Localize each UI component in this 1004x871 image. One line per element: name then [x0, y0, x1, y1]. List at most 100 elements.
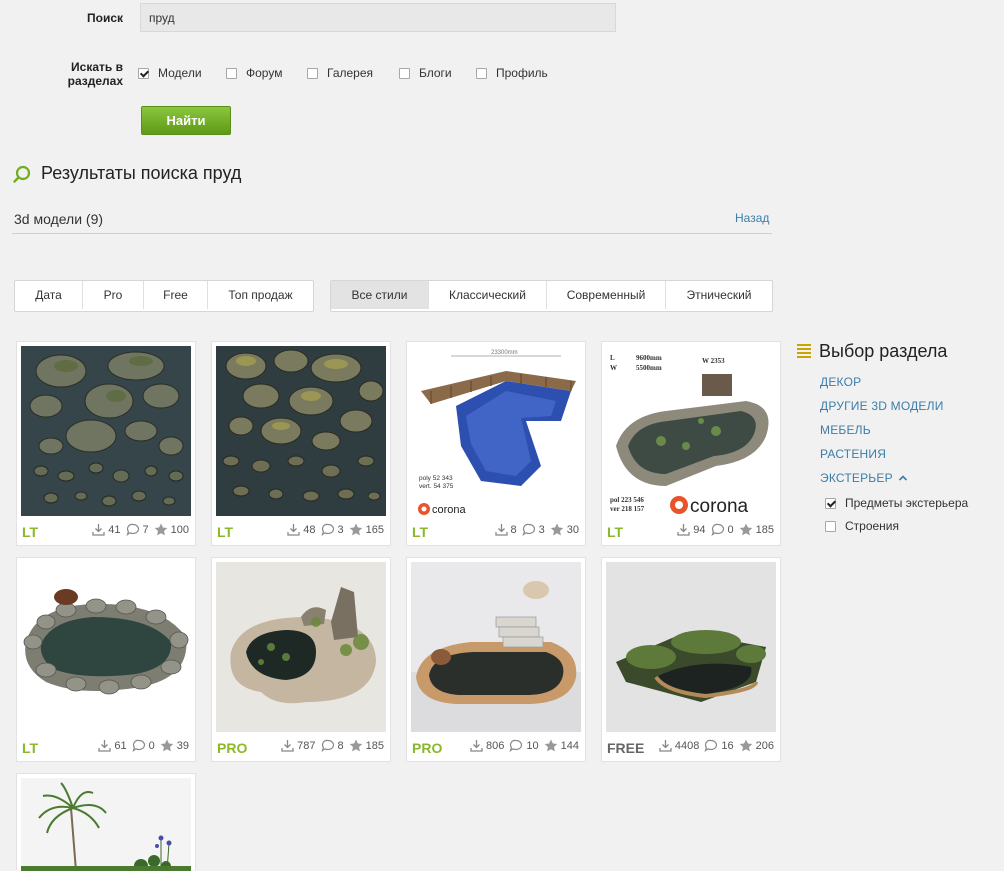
star-icon — [739, 523, 752, 536]
tier-badge: PRO — [217, 740, 248, 756]
model-thumbnail[interactable] — [21, 778, 191, 871]
rating-count: 144 — [560, 739, 579, 752]
rating-count: 185 — [755, 523, 774, 536]
tab-ethnic[interactable]: Этнический — [665, 281, 772, 309]
model-thumbnail[interactable] — [21, 346, 191, 516]
subcategory-exterior-items[interactable]: Предметы экстерьера — [825, 496, 968, 510]
model-stats: 806 10 144 — [465, 739, 579, 752]
dim-w2-label: W 2353 — [702, 357, 725, 365]
comment-icon — [704, 739, 718, 752]
category-furniture[interactable]: МЕБЕЛЬ — [820, 423, 871, 437]
model-thumbnail[interactable] — [216, 346, 386, 516]
star-icon — [154, 523, 167, 536]
tab-date[interactable]: Дата — [15, 281, 82, 309]
option-profile[interactable]: Профиль — [476, 66, 548, 80]
exterior-items-checkbox[interactable] — [825, 497, 836, 509]
tier-badge: LT — [22, 740, 39, 756]
results-divider — [12, 233, 772, 234]
option-models[interactable]: Модели — [138, 66, 202, 80]
option-forum[interactable]: Форум — [226, 66, 282, 80]
model-thumbnail[interactable] — [411, 562, 581, 732]
category-plants[interactable]: РАСТЕНИЯ — [820, 447, 886, 461]
downloads-stat: 41 — [92, 523, 121, 536]
comments-count: 3 — [337, 523, 344, 536]
model-thumbnail[interactable]: 23300mm poly 52 343 vert. 54 375 corona — [411, 346, 581, 516]
model-thumbnail[interactable] — [606, 562, 776, 732]
model-card[interactable]: LT 61 0 39 — [16, 557, 196, 762]
model-card[interactable]: L W 9600mm 5500mm W 2353 pol 223 546 ver… — [601, 341, 781, 546]
model-card[interactable]: PRO 787 8 185 — [211, 557, 391, 762]
search-input[interactable] — [140, 3, 616, 32]
model-stats: 4408 16 206 — [654, 739, 774, 752]
sections-label-line1: Искать в — [71, 60, 123, 74]
downloads-stat: 61 — [98, 739, 127, 752]
dim-w-letter: W — [610, 364, 617, 372]
comments-count: 8 — [337, 739, 344, 752]
tab-classic[interactable]: Классический — [428, 281, 546, 309]
download-icon — [494, 524, 508, 536]
blogs-checkbox[interactable] — [399, 67, 410, 79]
downloads-stat: 787 — [281, 739, 316, 752]
subcategory-buildings[interactable]: Строения — [825, 519, 899, 533]
model-thumbnail[interactable] — [21, 562, 191, 732]
tab-modern[interactable]: Современный — [546, 281, 665, 309]
category-decor[interactable]: ДЕКОР — [820, 375, 861, 389]
tier-badge: LT — [217, 524, 234, 540]
downloads-stat: 48 — [287, 523, 316, 536]
star-icon — [544, 739, 557, 752]
back-link[interactable]: Назад — [735, 211, 769, 225]
comments-stat: 7 — [125, 523, 149, 536]
category-exterior[interactable]: ЭКСТЕРЬЕР — [820, 471, 908, 485]
model-thumbnail[interactable] — [216, 562, 386, 732]
subcategory-label: Строения — [845, 519, 900, 533]
buildings-checkbox[interactable] — [825, 520, 836, 532]
option-label: Модели — [158, 66, 202, 80]
profile-checkbox[interactable] — [476, 67, 487, 79]
rating-stat: 185 — [739, 523, 774, 536]
find-button[interactable]: Найти — [141, 106, 231, 135]
downloads-count: 48 — [303, 523, 316, 536]
comments-count: 7 — [142, 523, 149, 536]
model-card[interactable] — [16, 773, 196, 871]
comments-count: 10 — [526, 739, 539, 752]
model-thumbnail[interactable]: L W 9600mm 5500mm W 2353 pol 223 546 ver… — [606, 346, 776, 516]
models-checkbox[interactable] — [138, 67, 149, 79]
models-count: 3d модели (9) — [14, 211, 104, 227]
comment-icon — [320, 523, 334, 536]
model-card[interactable]: 23300mm poly 52 343 vert. 54 375 corona … — [406, 341, 586, 546]
category-exterior-label: ЭКСТЕРЬЕР — [820, 471, 893, 485]
model-card[interactable]: LT 41 7 100 — [16, 341, 196, 546]
download-icon — [287, 524, 300, 536]
rating-stat: 30 — [550, 523, 579, 536]
downloads-stat: 806 — [470, 739, 504, 752]
comments-stat: 8 — [320, 739, 344, 752]
rating-stat: 144 — [544, 739, 579, 752]
model-card[interactable]: PRO 806 10 144 — [406, 557, 586, 762]
category-other-3d-models[interactable]: ДРУГИЕ 3D МОДЕЛИ — [820, 399, 944, 413]
dimension-label: 23300mm — [491, 350, 518, 356]
downloads-count: 94 — [693, 523, 706, 536]
tab-pro[interactable]: Pro — [82, 281, 143, 309]
comments-count: 0 — [148, 739, 155, 752]
download-icon — [470, 740, 483, 752]
chevron-up-icon — [898, 475, 907, 481]
tab-top-sales[interactable]: Топ продаж — [207, 281, 313, 309]
dim-w-value: 5500mm — [636, 364, 662, 372]
model-card[interactable]: LT 48 3 165 — [211, 341, 391, 546]
rating-stat: 185 — [349, 739, 384, 752]
tab-free[interactable]: Free — [143, 281, 207, 309]
option-label: Галерея — [327, 66, 374, 80]
model-stats: 787 8 185 — [276, 739, 384, 752]
comment-icon — [509, 739, 523, 752]
downloads-count: 4408 — [674, 739, 700, 752]
forum-checkbox[interactable] — [226, 67, 237, 79]
option-blogs[interactable]: Блоги — [399, 66, 452, 80]
model-card[interactable]: FREE 4408 16 206 — [601, 557, 781, 762]
comments-stat: 3 — [320, 523, 344, 536]
download-icon — [92, 524, 105, 536]
downloads-stat: 8 — [494, 523, 517, 536]
gallery-checkbox[interactable] — [307, 67, 318, 79]
tab-all-styles[interactable]: Все стили — [331, 281, 428, 309]
sort-tabs: Дата Pro Free Топ продаж — [14, 280, 314, 312]
option-gallery[interactable]: Галерея — [307, 66, 373, 80]
